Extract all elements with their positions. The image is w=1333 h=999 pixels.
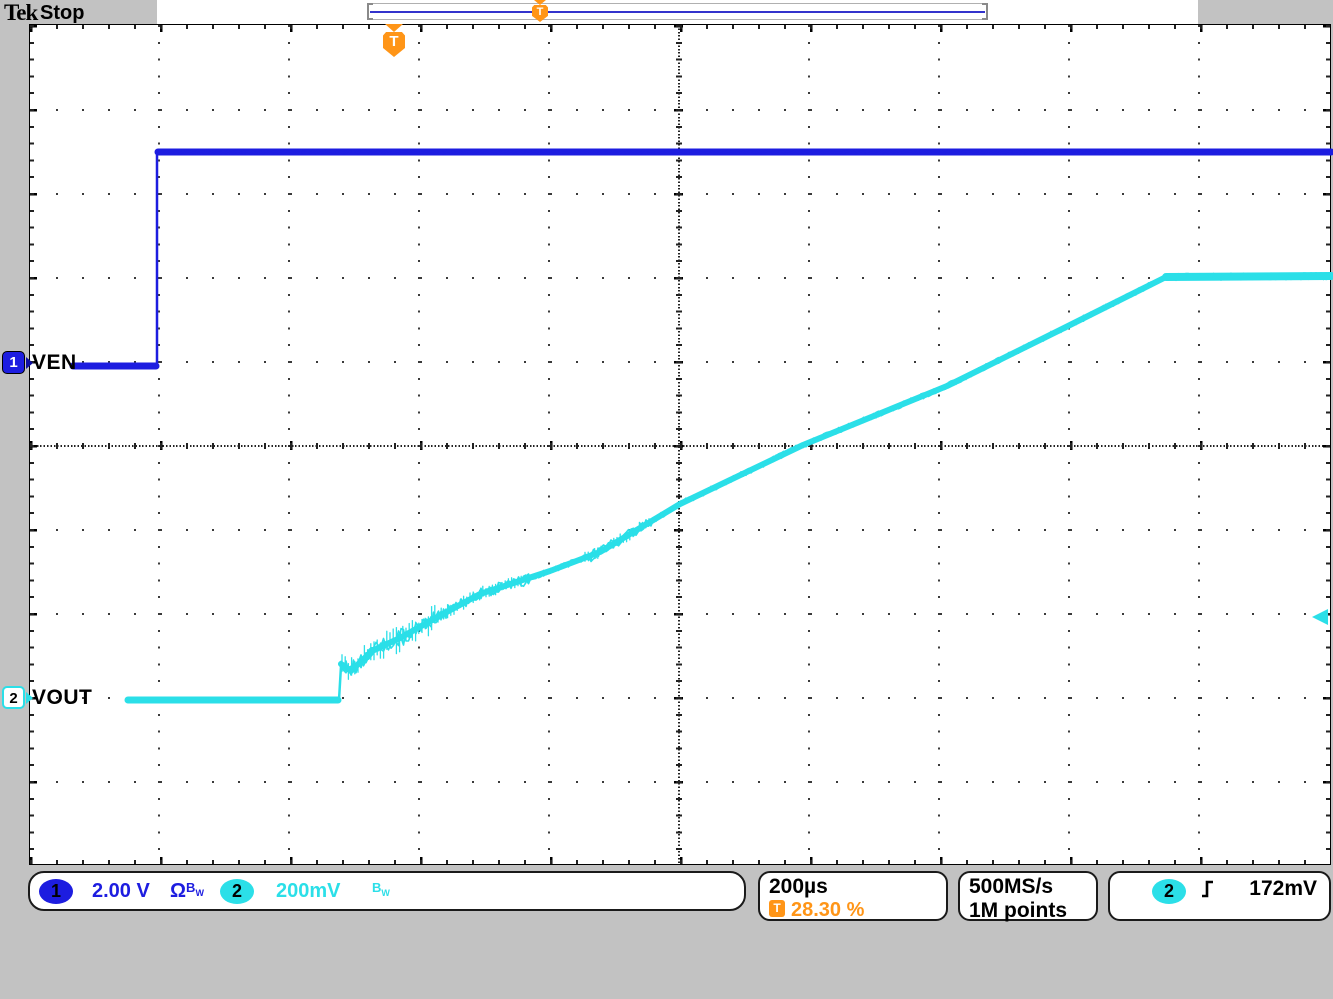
tek-logo: Tek (4, 0, 37, 26)
trigger-t-icon: T (532, 5, 548, 22)
channel2-pill: 2 (220, 879, 254, 904)
trigger-arrow-icon (385, 24, 403, 32)
channel2-bandwidth: BW (372, 880, 390, 903)
trigger-position-percent: 28.30 % (791, 899, 864, 922)
graticule (29, 24, 1331, 865)
record-bracket-left (367, 3, 373, 20)
graticule-edge-ticks-bottom (30, 857, 1330, 864)
trace-label-ven: VEN (32, 351, 77, 375)
acquisition-readout-box: 500MS/s 1M points (958, 871, 1098, 921)
record-bracket-right (982, 3, 988, 20)
sample-rate: 500MS/s (969, 875, 1053, 899)
timebase-scale: 200µs (769, 875, 828, 899)
oscilloscope-screen: { "header": { "logo": "Tek", "acq_status… (0, 0, 1333, 999)
channel1-coupling-bandwidth: ΩBW (170, 880, 204, 903)
channel-readout-box: 1 2.00 V ΩBW 2 200mV BW (28, 871, 746, 911)
channel2-scale: 200mV (276, 880, 341, 903)
channel1-pill: 1 (39, 879, 73, 904)
bandwidth-icon: B (372, 880, 381, 895)
graticule-edge-ticks-left (30, 25, 37, 864)
rising-edge-icon (1200, 878, 1216, 900)
trigger-level-arrow-icon[interactable] (1312, 609, 1328, 625)
center-horizontal-axis (30, 441, 1330, 450)
trigger-source-pill: 2 (1152, 879, 1186, 904)
trace-label-vout: VOUT (32, 686, 92, 710)
horizontal-readout-box: 200µs T 28.30 % (758, 871, 948, 921)
channel1-reference-marker[interactable]: 1 (2, 351, 33, 374)
trigger-arrow-icon (534, 0, 546, 5)
acquisition-status: Stop (40, 2, 84, 25)
trigger-readout-box: 2 172mV (1108, 871, 1331, 921)
channel1-scale: 2.00 V (92, 880, 150, 903)
ohm-symbol: Ω (170, 880, 186, 902)
channel1-badge: 1 (2, 351, 25, 374)
channel2-badge: 2 (2, 686, 25, 709)
record-length: 1M points (969, 899, 1067, 923)
screen-trigger-position-marker[interactable]: T (383, 24, 405, 57)
record-line (370, 11, 985, 13)
channel2-reference-marker[interactable]: 2 (2, 686, 33, 709)
trigger-level: 172mV (1249, 877, 1317, 901)
graticule-edge-ticks-right (1323, 25, 1330, 864)
trigger-t-icon: T (383, 32, 405, 57)
acquisition-preview-bar (367, 3, 988, 20)
graticule-edge-ticks-top (30, 25, 1330, 32)
record-trigger-position-marker[interactable]: T (532, 0, 548, 22)
trigger-t-icon: T (769, 900, 785, 917)
